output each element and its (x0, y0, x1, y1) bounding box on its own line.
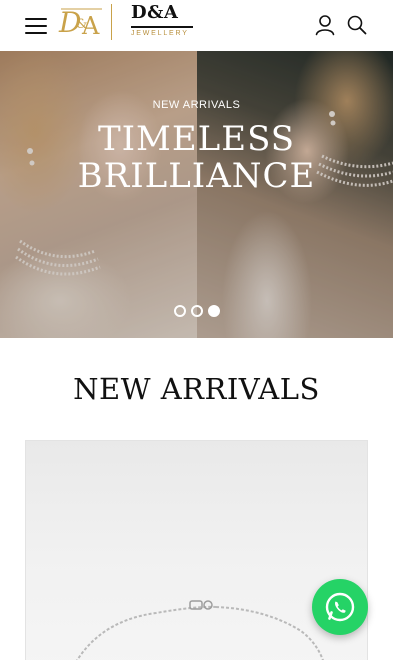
brand-subtitle: JEWELLERY (131, 30, 189, 37)
whatsapp-icon (325, 592, 355, 622)
whatsapp-button[interactable] (312, 579, 368, 635)
hero-title-line-1: TIMELESS (97, 119, 296, 159)
section-title: NEW ARRIVALS (73, 372, 320, 406)
hero-kicker: NEW ARRIVALS (152, 99, 241, 111)
slider-dot-1[interactable] (174, 305, 186, 317)
slider-dot-3-active[interactable] (208, 305, 220, 317)
slider-dot-2[interactable] (191, 305, 203, 317)
hero-title-line-2: BRILLIANCE (77, 156, 316, 196)
brand-rule (131, 26, 193, 28)
site-header: D & A D&A JEWELLERY (0, 0, 393, 51)
hero-slider[interactable]: NEW ARRIVALS TIMELESS BRILLIANCE (0, 51, 393, 338)
hero-title: TIMELESS BRILLIANCE (0, 121, 393, 195)
user-icon[interactable] (314, 14, 336, 36)
logo-divider (111, 4, 112, 40)
logo-monogram[interactable]: D & A (58, 4, 104, 40)
silver-chain-bracelet-image (76, 600, 324, 660)
svg-text:A: A (81, 12, 100, 40)
search-icon[interactable] (346, 14, 368, 36)
slider-pagination (174, 305, 222, 319)
hamburger-menu-icon[interactable] (25, 17, 47, 34)
product-card[interactable] (25, 440, 368, 660)
brand-name[interactable]: D&A (131, 2, 178, 23)
